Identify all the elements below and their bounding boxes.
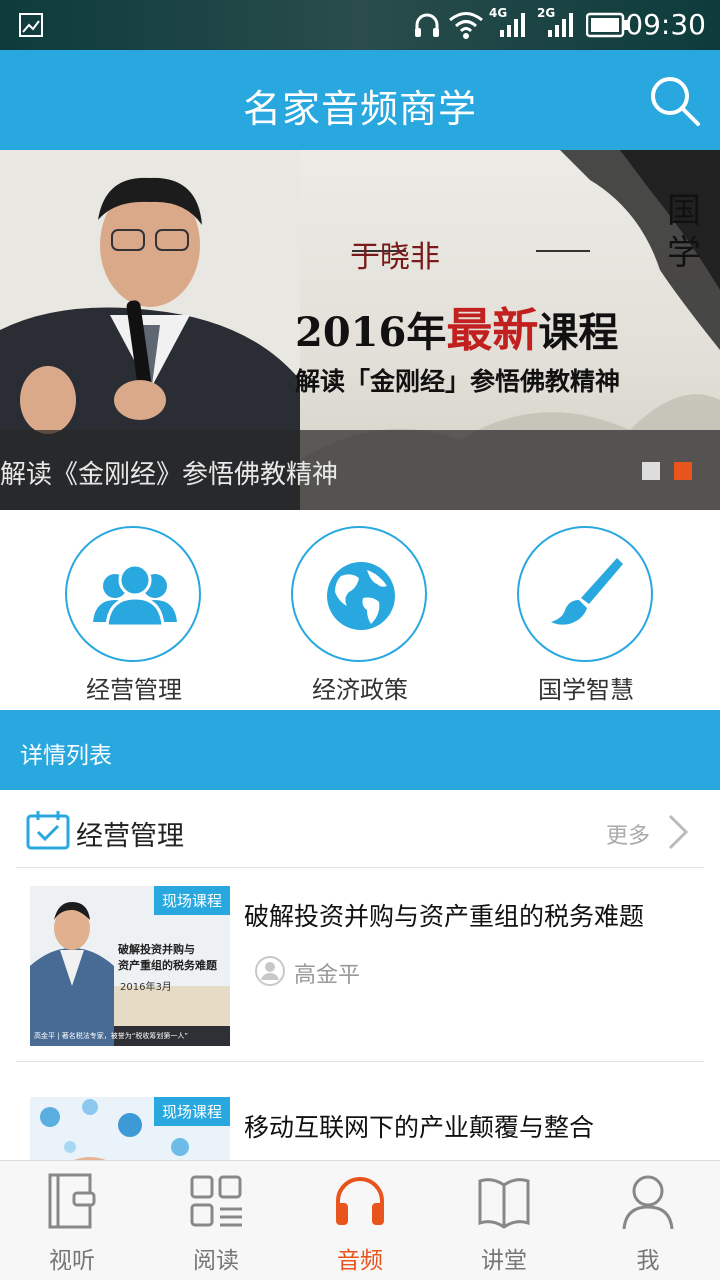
category-icon-circle xyxy=(65,526,201,662)
app-bar: 名家音频商学 xyxy=(0,50,720,150)
notebook-icon xyxy=(48,1173,96,1229)
list-section-title: 经营管理 xyxy=(76,821,184,852)
course-item-1[interactable]: 现场课程 破解投资并购与 资产重组的税务难题 2016年3月 高金平 | 著名税… xyxy=(16,869,704,1062)
category-chinese-wisdom[interactable]: 国学智慧 xyxy=(496,526,676,710)
signal-icon-2 xyxy=(548,13,573,37)
tab-label: 音频 xyxy=(337,1248,383,1274)
brush-icon xyxy=(551,558,623,625)
category-row: 经营管理 经济政策 国学智慧 xyxy=(0,510,720,710)
seal-char-2: 学 xyxy=(667,233,701,273)
author-dash-right xyxy=(536,250,590,252)
category-label: 经济政策 xyxy=(312,676,408,704)
category-icon-circle xyxy=(291,526,427,662)
banner-caption: 解读《金刚经》参悟佛教精神 xyxy=(0,460,339,490)
user-avatar-icon xyxy=(255,956,285,986)
detail-list-header: 详情列表 xyxy=(0,710,720,790)
banner-subtitle: 解读「金刚经」参悟佛教精神 xyxy=(295,367,621,396)
banner-carousel[interactable]: 于晓非 国 学 2016年最新课程 解读「金刚经」参悟佛教精神 解读《金刚经》参… xyxy=(0,150,720,510)
seal-char-1: 国 xyxy=(667,191,701,231)
page-title: 名家音频商学 xyxy=(242,87,477,131)
banner-author: 于晓非 xyxy=(350,240,440,275)
grid-icon xyxy=(190,1175,242,1227)
tab-video[interactable]: 视听 xyxy=(0,1161,144,1281)
headline-year: 2016 xyxy=(295,309,407,356)
list-section-header: 经营管理 更多 xyxy=(16,790,704,868)
book-icon xyxy=(478,1178,530,1229)
search-icon[interactable] xyxy=(648,74,702,128)
banner-seal: 国 学 xyxy=(664,190,704,274)
category-label: 国学智慧 xyxy=(538,676,634,704)
course-title: 移动互联网下的产业颠覆与整合 xyxy=(244,1113,595,1142)
course-title: 破解投资并购与资产重组的税务难题 xyxy=(244,902,645,931)
thumb-date: 2016年3月 xyxy=(120,982,172,993)
section-title: 详情列表 xyxy=(20,743,112,769)
course-thumbnail: 现场课程 破解投资并购与 资产重组的税务难题 2016年3月 高金平 | 著名税… xyxy=(30,886,230,1046)
thumb-title: 破解投资并购与 资产重组的税务难题 xyxy=(118,942,230,974)
tab-label: 阅读 xyxy=(193,1248,239,1274)
signal-icon xyxy=(500,13,525,37)
wifi-icon xyxy=(449,12,483,39)
chevron-right-icon[interactable] xyxy=(666,814,690,850)
headphones-icon xyxy=(336,1177,384,1225)
calendar-check-icon xyxy=(26,811,70,850)
more-link[interactable]: 更多 xyxy=(606,818,650,850)
course-list-panel: 经营管理 更多 现场课程 破解投资并购与 资产重组的税务难题 2016年3月 高… xyxy=(16,790,704,1257)
tab-read[interactable]: 阅读 xyxy=(144,1161,288,1281)
thumb-title-line-2: 资产重组的税务难题 xyxy=(118,959,217,972)
category-economic-policy[interactable]: 经济政策 xyxy=(270,526,450,710)
image-notification-icon xyxy=(19,13,43,37)
tab-lecture[interactable]: 讲堂 xyxy=(432,1161,576,1281)
banner-headline: 2016年最新课程 xyxy=(295,294,618,360)
person-icon xyxy=(622,1175,674,1230)
carousel-dot-2[interactable] xyxy=(674,462,692,480)
globe-icon xyxy=(327,562,395,630)
thumb-caption: 高金平 | 著名税法专家，被誉为“税收筹划第一人” xyxy=(34,1032,189,1040)
bottom-tab-bar: 视听 阅读 音频 讲堂 我 xyxy=(0,1160,720,1280)
headline-part-a: 年 xyxy=(406,309,447,356)
status-bar: 4G 2G 09:30 xyxy=(0,0,720,50)
clock: 09:30 xyxy=(625,8,706,41)
category-label: 经营管理 xyxy=(86,676,182,704)
headline-highlight: 最新 xyxy=(446,303,539,357)
tab-me[interactable]: 我 xyxy=(576,1161,720,1281)
category-icon-circle xyxy=(517,526,653,662)
tab-label: 视听 xyxy=(49,1248,95,1274)
course-tag: 现场课程 xyxy=(153,1097,230,1126)
tab-label: 我 xyxy=(636,1248,660,1274)
category-business-management[interactable]: 经营管理 xyxy=(44,526,224,710)
thumb-title-line-1: 破解投资并购与 xyxy=(118,943,195,956)
banner-caption-bar: 解读《金刚经》参悟佛教精神 xyxy=(0,430,720,510)
battery-icon xyxy=(586,12,628,38)
carousel-dot-1[interactable] xyxy=(642,462,660,480)
course-speaker: 高金平 xyxy=(294,963,361,988)
course-tag: 现场课程 xyxy=(153,886,230,915)
headset-icon xyxy=(415,13,439,37)
tab-label: 讲堂 xyxy=(481,1248,527,1274)
headline-part-b: 课程 xyxy=(538,309,619,356)
group-icon xyxy=(93,563,177,628)
tab-audio[interactable]: 音频 xyxy=(288,1161,432,1281)
